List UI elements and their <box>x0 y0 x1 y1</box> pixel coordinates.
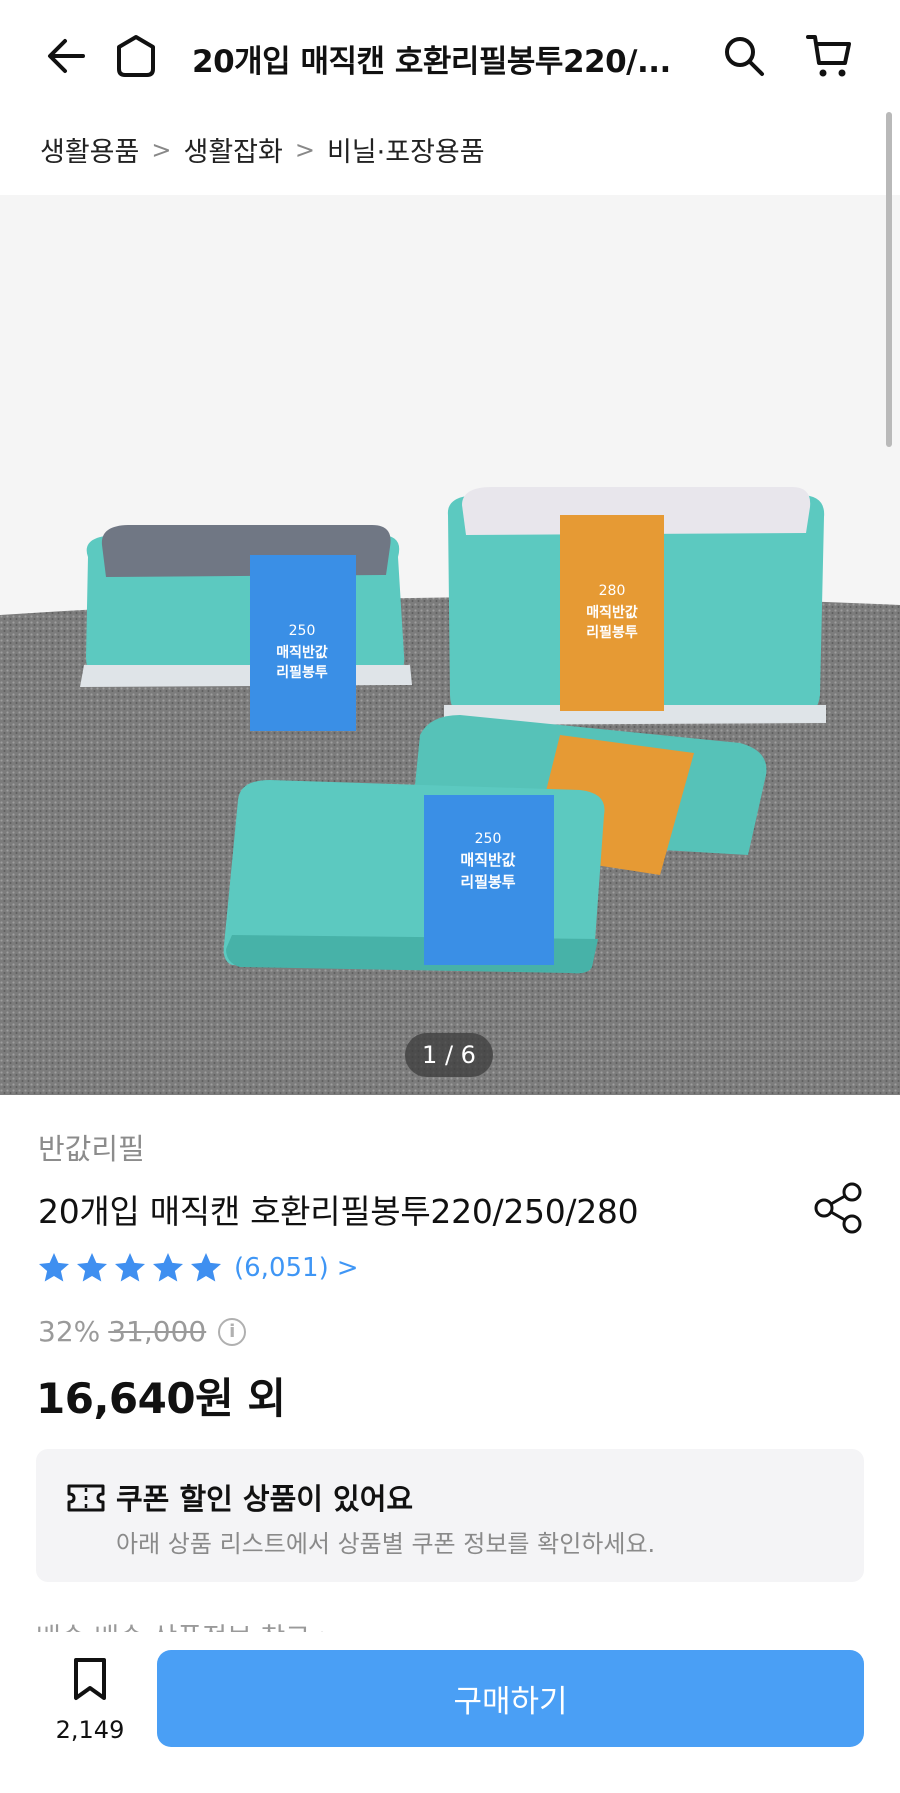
home-icon[interactable] <box>108 28 164 84</box>
product-name: 20개입 매직캔 호환리필봉투220/250/280 <box>38 1192 639 1231</box>
search-icon[interactable] <box>716 28 772 84</box>
svg-text:매직반값: 매직반값 <box>276 644 328 661</box>
svg-text:리필봉투: 리필봉투 <box>276 664 328 681</box>
coupon-title: 쿠폰 할인 상품이 있어요 <box>116 1482 414 1516</box>
sale-price: 16,640원 외 <box>36 1374 286 1423</box>
star-icon <box>77 1253 107 1282</box>
scrollbar[interactable] <box>886 112 892 447</box>
star-rating <box>36 1250 224 1286</box>
svg-text:리필봉투: 리필봉투 <box>460 873 515 891</box>
star-icon <box>39 1253 69 1282</box>
svg-text:250: 250 <box>475 831 502 847</box>
star-icon <box>191 1253 221 1282</box>
chevron-right-icon: > <box>336 1253 359 1283</box>
review-count: (6,051) <box>234 1253 329 1283</box>
cart-icon[interactable] <box>802 28 858 84</box>
breadcrumb-item[interactable]: 비닐·포장용품 <box>327 130 485 169</box>
breadcrumb: 생활용품 > 생활잡화 > 비닐·포장용품 <box>40 130 485 169</box>
star-icon <box>153 1253 183 1282</box>
share-icon[interactable] <box>810 1180 866 1236</box>
coupon-subtitle: 아래 상품 리스트에서 상품별 쿠폰 정보를 확인하세요. <box>116 1530 656 1558</box>
star-icon <box>115 1253 145 1282</box>
breadcrumb-item[interactable]: 생활잡화 <box>183 130 282 169</box>
coupon-banner[interactable]: 쿠폰 할인 상품이 있어요 아래 상품 리스트에서 상품별 쿠폰 정보를 확인하… <box>36 1449 864 1582</box>
discount-rate: 32% <box>38 1315 101 1348</box>
chevron-right-icon: > <box>151 135 172 164</box>
svg-text:리필봉투: 리필봉투 <box>586 624 638 641</box>
bookmark-count: 2,149 <box>55 1716 125 1744</box>
image-counter-badge: 1 / 6 <box>405 1033 493 1077</box>
svg-text:280: 280 <box>599 583 626 599</box>
bottom-action-bar: 2,149 구매하기 <box>0 1632 900 1793</box>
bookmark-icon <box>74 1658 106 1700</box>
price-row: 32% 31,000 i <box>38 1315 247 1348</box>
brand-name[interactable]: 반값리필 <box>38 1126 145 1168</box>
review-count-link[interactable]: (6,051) > <box>234 1253 359 1283</box>
bookmark-button[interactable]: 2,149 <box>50 1656 130 1744</box>
top-header: 20개입 매직캔 호환리필봉투220/... <box>0 0 900 110</box>
page-title: 20개입 매직캔 호환리필봉투220/... <box>192 44 671 80</box>
rating[interactable]: (6,051) > <box>36 1250 359 1286</box>
label-size-text: 250 <box>289 623 316 639</box>
buy-button[interactable]: 구매하기 <box>157 1650 864 1747</box>
svg-text:매직반값: 매직반값 <box>586 604 638 621</box>
product-image[interactable]: 250 매직반값 리필봉투 280 매직반값 리필봉투 250 매직반값 리필봉… <box>0 195 900 1095</box>
back-arrow-icon[interactable] <box>38 28 94 84</box>
svg-text:매직반값: 매직반값 <box>460 851 515 869</box>
breadcrumb-item[interactable]: 생활용품 <box>40 130 139 169</box>
info-icon[interactable]: i <box>218 1317 247 1346</box>
coupon-icon <box>67 1484 105 1512</box>
original-price: 31,000 <box>108 1315 207 1348</box>
chevron-right-icon: > <box>294 135 315 164</box>
